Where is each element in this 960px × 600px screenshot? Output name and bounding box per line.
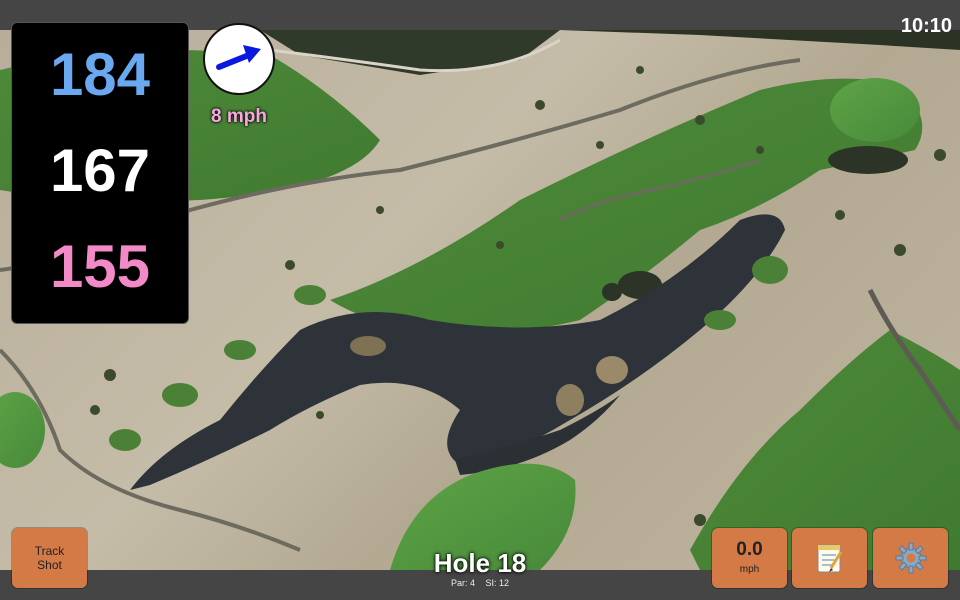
notes-button[interactable] — [792, 528, 867, 588]
speed-button[interactable]: 0.0 mph — [712, 528, 787, 588]
hole-si: SI: 12 — [485, 578, 510, 588]
green-18 — [830, 78, 920, 142]
notepad-icon — [817, 544, 842, 573]
track-shot-button[interactable]: Track Shot — [12, 528, 87, 588]
track-shot-label-line2: Shot — [37, 558, 62, 572]
wind-indicator — [203, 23, 275, 95]
hole-title: Hole 18 — [433, 548, 527, 578]
track-shot-label-line1: Track — [34, 544, 65, 558]
distance-front: 155 — [49, 233, 151, 300]
distance-middle: 167 — [49, 137, 151, 204]
settings-button[interactable] — [873, 528, 948, 588]
wind-direction-arrow-icon — [216, 45, 261, 70]
distance-panel: 184 167 155 — [11, 22, 189, 324]
speed-unit: mph — [739, 564, 760, 575]
status-time: 10:10 — [900, 15, 952, 37]
wind-speed-label: 8 mph — [211, 106, 267, 127]
gear-icon — [895, 542, 926, 574]
speed-value: 0.0 — [736, 539, 763, 560]
hole-par: Par: 4 — [450, 578, 475, 588]
hole-info: Par: 4 SI: 12 — [380, 577, 580, 589]
distance-back: 184 — [49, 41, 151, 108]
